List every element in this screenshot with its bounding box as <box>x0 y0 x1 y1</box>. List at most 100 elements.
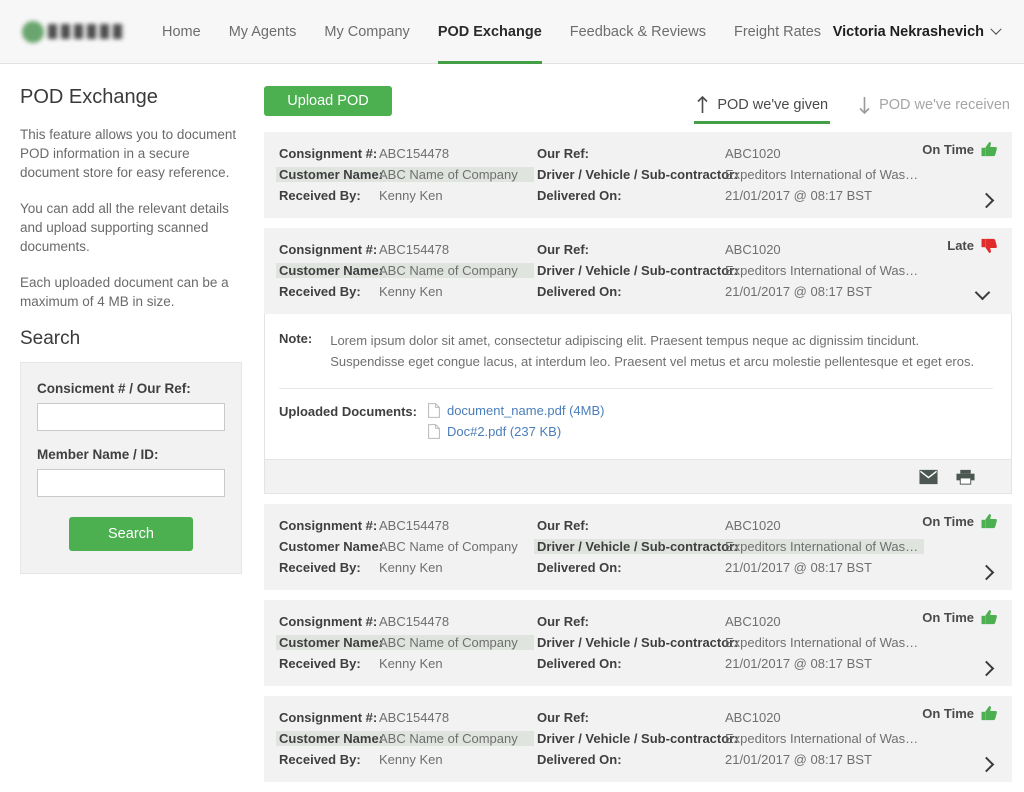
print-icon[interactable] <box>956 469 975 485</box>
nav-link-my-company[interactable]: My Company <box>310 0 423 63</box>
customer-name-value: ABC Name of Company <box>379 263 518 278</box>
consignment-cell: Consignment #: ABC154478 <box>276 242 534 257</box>
nav-link-my-agents[interactable]: My Agents <box>215 0 311 63</box>
status-label: On Time <box>922 514 974 529</box>
customer-name-label: Customer Name: <box>279 263 384 278</box>
received-by-label: Received By: <box>279 560 361 575</box>
customer-name-label: Customer Name: <box>279 539 384 554</box>
record-row-3: Received By: Kenny Ken Delivered On: 21/01/… <box>276 749 1000 770</box>
received-by-label: Received By: <box>279 656 361 671</box>
company-logo[interactable] <box>22 17 126 47</box>
customer-name-cell: Customer Name: ABC Name of Company <box>276 263 534 278</box>
consignment-input[interactable] <box>37 403 225 431</box>
pod-record-card[interactable]: Consignment #: ABC154478 Our Ref: ABC1020 Cu… <box>264 132 1012 218</box>
upload-pod-button[interactable]: Upload POD <box>264 86 392 116</box>
nav-link-feedback-reviews[interactable]: Feedback & Reviews <box>556 0 720 63</box>
member-input[interactable] <box>37 469 225 497</box>
received-by-cell: Received By: Kenny Ken <box>276 188 534 203</box>
uploaded-document-link[interactable]: Doc#2.pdf (237 KB) <box>428 424 605 439</box>
received-by-label: Received By: <box>279 752 361 767</box>
note-section: Note: Lorem ipsum dolor sit amet, consect… <box>279 330 993 372</box>
document-name: document_name.pdf (4MB) <box>446 403 605 418</box>
sidebar-paragraph-3: Each uploaded document can be a maximum … <box>20 275 229 309</box>
delivered-on-cell: Delivered On: 21/01/2017 @ 08:17 BST <box>534 560 924 575</box>
arrow-up-icon <box>697 95 708 113</box>
consignment-value: ABC154478 <box>379 518 450 533</box>
driver-vehicle-cell: Driver / Vehicle / Sub-contractor: Expedi… <box>534 167 924 182</box>
nav-link-freight-rates[interactable]: Freight Rates <box>720 0 835 63</box>
driver-vehicle-value: Expeditors International of Washi... <box>725 635 921 650</box>
customer-name-label: Customer Name: <box>279 731 384 746</box>
consignment-label: Consignment #: <box>279 242 378 257</box>
user-menu[interactable]: Victoria Nekrashevich <box>832 23 1002 40</box>
delivered-on-cell: Delivered On: 21/01/2017 @ 08:17 BST <box>534 284 924 299</box>
received-by-cell: Received By: Kenny Ken <box>276 560 534 575</box>
pod-record-card[interactable]: Consignment #: ABC154478 Our Ref: ABC1020 Cu… <box>264 228 1012 314</box>
record-row-2: Customer Name: ABC Name of Company Driver … <box>276 728 1000 749</box>
nav-link-pod-exchange[interactable]: POD Exchange <box>424 0 556 64</box>
driver-vehicle-cell: Driver / Vehicle / Sub-contractor: Expedi… <box>534 731 924 746</box>
received-by-value: Kenny Ken <box>379 752 443 767</box>
status-label: On Time <box>922 610 974 625</box>
driver-vehicle-label: Driver / Vehicle / Sub-contractor: <box>537 635 739 650</box>
customer-name-cell: Customer Name: ABC Name of Company <box>276 167 534 182</box>
status-badge: On Time <box>888 609 998 626</box>
consignment-value: ABC154478 <box>379 614 450 629</box>
received-by-value: Kenny Ken <box>379 188 443 203</box>
arrow-down-icon <box>859 97 870 115</box>
driver-vehicle-label: Driver / Vehicle / Sub-contractor: <box>537 539 739 554</box>
records-toolbar: Upload POD POD we've given POD we've rece… <box>264 86 1012 132</box>
pod-direction-tabs: POD we've given POD we've receiven <box>694 86 1012 132</box>
driver-vehicle-value: Expeditors International of Washi... <box>725 263 921 278</box>
sidebar-paragraph-2: You can add all the relevant details and… <box>20 201 229 254</box>
thumbs-up-icon <box>981 142 997 157</box>
our-ref-cell: Our Ref: ABC1020 <box>534 242 924 257</box>
consignment-label: Consignment #: <box>279 518 378 533</box>
uploaded-document-link[interactable]: document_name.pdf (4MB) <box>428 403 605 418</box>
consignment-cell: Consignment #: ABC154478 <box>276 614 534 629</box>
pod-record-card[interactable]: Consignment #: ABC154478 Our Ref: ABC1020 Cu… <box>264 600 1012 686</box>
our-ref-cell: Our Ref: ABC1020 <box>534 518 924 533</box>
delivered-on-label: Delivered On: <box>537 560 622 575</box>
consignment-label: Consignment #: <box>279 614 378 629</box>
driver-vehicle-label: Driver / Vehicle / Sub-contractor: <box>537 167 739 182</box>
our-ref-cell: Our Ref: ABC1020 <box>534 710 924 725</box>
customer-name-value: ABC Name of Company <box>379 635 518 650</box>
logo-wordmark <box>48 24 126 39</box>
search-button[interactable]: Search <box>69 517 193 551</box>
record-row-2: Customer Name: ABC Name of Company Driver … <box>276 632 1000 653</box>
received-by-label: Received By: <box>279 188 361 203</box>
driver-vehicle-cell: Driver / Vehicle / Sub-contractor: Expedi… <box>534 263 924 278</box>
received-by-cell: Received By: Kenny Ken <box>276 656 534 671</box>
pod-record-card[interactable]: Consignment #: ABC154478 Our Ref: ABC1020 Cu… <box>264 504 1012 590</box>
status-column: Late <box>888 237 998 254</box>
status-column: On Time <box>888 609 998 626</box>
status-label: Late <box>947 238 974 253</box>
user-name-label: Victoria Nekrashevich <box>832 23 984 40</box>
consignment-cell: Consignment #: ABC154478 <box>276 710 534 725</box>
mail-icon[interactable] <box>919 469 938 485</box>
tab-pod-received[interactable]: POD we've receiven <box>856 86 1012 124</box>
thumbs-down-icon <box>981 238 997 253</box>
tab-pod-given[interactable]: POD we've given <box>694 86 830 124</box>
status-badge: On Time <box>888 513 998 530</box>
delivered-on-label: Delivered On: <box>537 188 622 203</box>
page-body: POD Exchange This feature allows you to … <box>0 64 1024 792</box>
driver-vehicle-label: Driver / Vehicle / Sub-contractor: <box>537 263 739 278</box>
thumbs-up-icon <box>981 610 997 625</box>
main-nav-links: Home My Agents My Company POD Exchange Feedb… <box>148 0 835 64</box>
consignment-value: ABC154478 <box>379 710 450 725</box>
customer-name-value: ABC Name of Company <box>379 167 518 182</box>
delivered-on-cell: Delivered On: 21/01/2017 @ 08:17 BST <box>534 752 924 767</box>
customer-name-value: ABC Name of Company <box>379 731 518 746</box>
record-row-2: Customer Name: ABC Name of Company Driver … <box>276 164 1000 185</box>
nav-link-home[interactable]: Home <box>148 0 215 63</box>
thumbs-up-icon <box>981 514 997 529</box>
documents-section: Uploaded Documents: document_name.pdf (4M… <box>279 403 993 445</box>
pod-record-card[interactable]: Consignment #: ABC154478 Our Ref: ABC1020 Cu… <box>264 696 1012 782</box>
record-detail-panel: Note: Lorem ipsum dolor sit amet, consect… <box>264 314 1012 460</box>
member-field-label: Member Name / ID: <box>37 447 159 462</box>
received-by-value: Kenny Ken <box>379 656 443 671</box>
delivered-on-value: 21/01/2017 @ 08:17 BST <box>725 284 872 299</box>
delivered-on-value: 21/01/2017 @ 08:17 BST <box>725 188 872 203</box>
